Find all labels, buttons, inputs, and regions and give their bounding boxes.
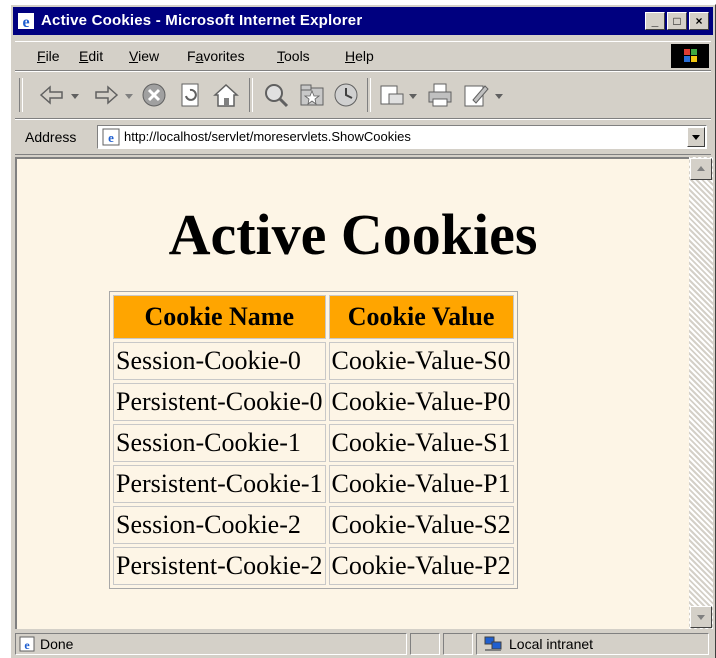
cookie-value-cell: Cookie-Value-S0: [328, 342, 514, 380]
ie-page-icon: e: [19, 636, 35, 652]
edit-icon[interactable]: [461, 80, 491, 110]
close-button[interactable]: ×: [689, 12, 709, 30]
forward-dropdown-icon[interactable]: [123, 80, 135, 110]
table-row: Persistent-Cookie-0 Cookie-Value-P0: [113, 383, 514, 421]
table-row: Session-Cookie-1 Cookie-Value-S1: [113, 424, 514, 462]
page-heading: Active Cookies: [168, 202, 538, 267]
svg-text:e: e: [22, 14, 29, 30]
table-row: Persistent-Cookie-2 Cookie-Value-P2: [113, 547, 514, 585]
status-panel: e Done: [15, 633, 407, 655]
cookie-name-cell: Persistent-Cookie-2: [113, 547, 326, 585]
address-label: Address: [25, 129, 77, 145]
cookie-value-cell: Cookie-Value-P2: [328, 547, 514, 585]
scroll-down-button[interactable]: [690, 606, 712, 628]
page-icon: e: [102, 128, 120, 146]
history-icon[interactable]: [331, 80, 361, 110]
status-panel-empty: [443, 633, 473, 655]
forward-icon[interactable]: [91, 80, 121, 110]
table-header-row: Cookie Name Cookie Value: [113, 295, 514, 339]
mail-dropdown-icon[interactable]: [407, 80, 419, 110]
scroll-down-icon: [697, 615, 705, 620]
favorites-icon[interactable]: [297, 80, 327, 110]
address-dropdown-button[interactable]: [687, 127, 705, 147]
windows-logo: [671, 44, 709, 68]
title-bar[interactable]: e Active Cookies - Microsoft Internet Ex…: [13, 7, 713, 35]
menu-file[interactable]: File: [37, 48, 60, 64]
menu-tools[interactable]: Tools: [277, 48, 310, 64]
table-row: Persistent-Cookie-1 Cookie-Value-P1: [113, 465, 514, 503]
cookie-name-cell: Session-Cookie-2: [113, 506, 326, 544]
column-header: Cookie Value: [328, 295, 514, 339]
minimize-button[interactable]: _: [645, 12, 665, 30]
edit-dropdown-icon[interactable]: [493, 80, 505, 110]
menu-help[interactable]: Help: [345, 48, 374, 64]
cookies-table: Cookie Name Cookie Value Session-Cookie-…: [109, 291, 518, 589]
column-header: Cookie Name: [113, 295, 326, 339]
scroll-up-icon: [697, 166, 705, 171]
menu-view[interactable]: View: [129, 48, 159, 64]
ie-app-icon: e: [18, 13, 34, 30]
standard-toolbar: [15, 71, 711, 119]
vertical-scrollbar[interactable]: [689, 157, 713, 629]
zone-panel: Local intranet: [476, 633, 709, 655]
cookie-value-cell: Cookie-Value-P1: [328, 465, 514, 503]
cookie-name-cell: Session-Cookie-0: [113, 342, 326, 380]
print-icon[interactable]: [425, 80, 455, 110]
stop-icon[interactable]: [139, 80, 169, 110]
address-bar: Address e http://localhost/servlet/mores…: [15, 119, 711, 155]
status-bar: e Done Local intranet: [15, 631, 711, 657]
cookie-value-cell: Cookie-Value-S1: [328, 424, 514, 462]
address-input[interactable]: e http://localhost/servlet/moreservlets.…: [97, 125, 707, 149]
status-text: Done: [40, 636, 74, 652]
menu-edit[interactable]: Edit: [79, 48, 103, 64]
status-panel-empty: [410, 633, 440, 655]
toolbar-separator: [367, 78, 371, 112]
browser-window: e Active Cookies - Microsoft Internet Ex…: [10, 4, 716, 658]
home-icon[interactable]: [211, 80, 241, 110]
maximize-button[interactable]: □: [667, 12, 687, 30]
chevron-down-icon: [692, 135, 700, 140]
menu-bar: File Edit View Favorites Tools Help: [15, 41, 711, 71]
svg-text:e: e: [24, 638, 30, 652]
refresh-icon[interactable]: [175, 80, 205, 110]
page-content: Active Cookies Cookie Name Cookie Value …: [15, 157, 689, 629]
address-url: http://localhost/servlet/moreservlets.Sh…: [124, 129, 411, 144]
menu-favorites[interactable]: Favorites: [187, 48, 245, 64]
cookie-value-cell: Cookie-Value-S2: [328, 506, 514, 544]
zone-label: Local intranet: [509, 636, 594, 652]
cookie-name-cell: Persistent-Cookie-1: [113, 465, 326, 503]
local-intranet-icon: [484, 636, 502, 651]
back-icon[interactable]: [37, 80, 67, 110]
cookie-name-cell: Persistent-Cookie-0: [113, 383, 326, 421]
scroll-up-button[interactable]: [690, 158, 712, 180]
window-title: Active Cookies - Microsoft Internet Expl…: [41, 12, 363, 29]
svg-text:e: e: [108, 130, 114, 145]
toolbar-separator: [249, 78, 253, 112]
toolbar-separator: [19, 78, 23, 112]
cookie-name-cell: Session-Cookie-1: [113, 424, 326, 462]
search-icon[interactable]: [261, 80, 291, 110]
table-row: Session-Cookie-0 Cookie-Value-S0: [113, 342, 514, 380]
cookie-value-cell: Cookie-Value-P0: [328, 383, 514, 421]
windows-flag-icon: [684, 49, 697, 62]
table-row: Session-Cookie-2 Cookie-Value-S2: [113, 506, 514, 544]
mail-icon[interactable]: [377, 80, 407, 110]
back-dropdown-icon[interactable]: [69, 80, 81, 110]
